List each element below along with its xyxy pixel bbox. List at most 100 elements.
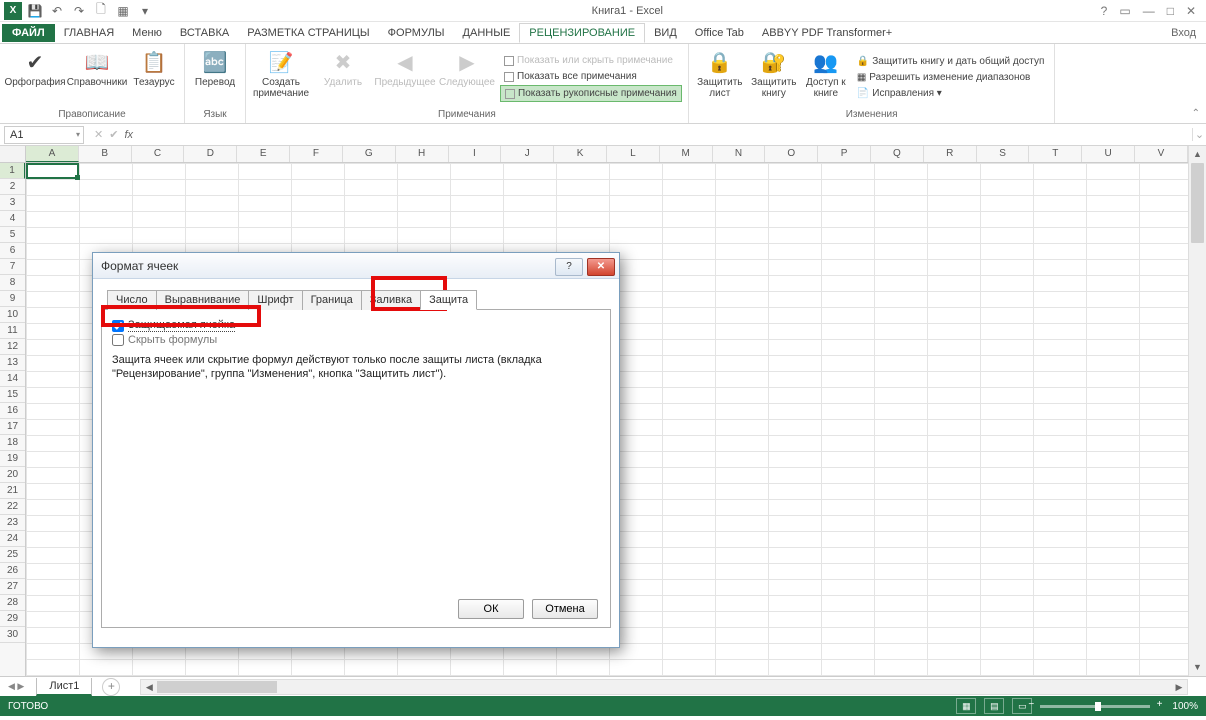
- row-header[interactable]: 2: [0, 179, 25, 195]
- view-normal-icon[interactable]: ▦: [956, 698, 976, 714]
- sheet-nav[interactable]: ◀ ▶: [0, 681, 32, 692]
- scroll-right-icon[interactable]: ▶: [1171, 680, 1187, 694]
- locked-checkbox[interactable]: [112, 320, 124, 332]
- col-header[interactable]: L: [607, 146, 660, 162]
- col-header[interactable]: S: [977, 146, 1030, 162]
- translate-button[interactable]: 🔤Перевод: [191, 46, 239, 88]
- redo-icon[interactable]: ↷: [70, 2, 88, 20]
- col-header[interactable]: C: [132, 146, 185, 162]
- hidden-checkbox[interactable]: [112, 334, 124, 346]
- col-header[interactable]: T: [1029, 146, 1082, 162]
- tab-office[interactable]: Office Tab: [686, 24, 753, 42]
- add-sheet-button[interactable]: +: [102, 678, 120, 696]
- expand-formula-icon[interactable]: ⌄: [1192, 128, 1206, 141]
- row-header[interactable]: 6: [0, 243, 25, 259]
- col-header[interactable]: R: [924, 146, 977, 162]
- vscroll-thumb[interactable]: [1191, 163, 1204, 243]
- tab-page-layout[interactable]: РАЗМЕТКА СТРАНИЦЫ: [238, 24, 378, 42]
- ribbon-options-icon[interactable]: ▭: [1119, 4, 1130, 18]
- undo-icon[interactable]: ↶: [48, 2, 66, 20]
- tab-abbyy[interactable]: ABBYY PDF Transformer+: [753, 24, 901, 42]
- row-header[interactable]: 29: [0, 611, 25, 627]
- tab-menu[interactable]: Меню: [123, 24, 171, 42]
- row-header[interactable]: 22: [0, 499, 25, 515]
- research-button[interactable]: 📖Справочники: [68, 46, 126, 88]
- sheet-tab[interactable]: Лист1: [36, 678, 92, 696]
- excel-icon[interactable]: X: [4, 2, 22, 20]
- col-header[interactable]: F: [290, 146, 343, 162]
- dlg-tab-font[interactable]: Шрифт: [248, 290, 302, 310]
- ok-button[interactable]: ОК: [458, 599, 524, 619]
- row-header[interactable]: 19: [0, 451, 25, 467]
- tab-view[interactable]: ВИД: [645, 24, 686, 42]
- login-label[interactable]: Вход: [1171, 27, 1206, 39]
- dlg-tab-protection[interactable]: Защита: [420, 290, 477, 310]
- dialog-close-button[interactable]: ✕: [587, 258, 615, 276]
- col-header[interactable]: H: [396, 146, 449, 162]
- track-changes-button[interactable]: 📄Исправления ▾: [853, 86, 1049, 101]
- col-header[interactable]: B: [79, 146, 132, 162]
- thesaurus-button[interactable]: 📋Тезаурус: [130, 46, 178, 88]
- dlg-tab-number[interactable]: Число: [107, 290, 157, 310]
- col-header[interactable]: I: [449, 146, 502, 162]
- row-header[interactable]: 24: [0, 531, 25, 547]
- row-header[interactable]: 7: [0, 259, 25, 275]
- qat-dropdown-icon[interactable]: ▾: [136, 2, 154, 20]
- row-header[interactable]: 28: [0, 595, 25, 611]
- zoom-level[interactable]: 100%: [1172, 701, 1198, 712]
- col-header[interactable]: K: [554, 146, 607, 162]
- row-header[interactable]: 15: [0, 387, 25, 403]
- locked-checkbox-row[interactable]: Защищаемая ячейка: [112, 318, 600, 333]
- row-header[interactable]: 10: [0, 307, 25, 323]
- row-header[interactable]: 12: [0, 339, 25, 355]
- open-icon[interactable]: ▦: [114, 2, 132, 20]
- horizontal-scrollbar[interactable]: ◀ ▶: [140, 679, 1188, 695]
- protect-sheet-button[interactable]: 🔒Защитить лист: [695, 46, 745, 99]
- tab-insert[interactable]: ВСТАВКА: [171, 24, 238, 42]
- row-header[interactable]: 17: [0, 419, 25, 435]
- row-header[interactable]: 8: [0, 275, 25, 291]
- col-header[interactable]: G: [343, 146, 396, 162]
- row-header[interactable]: 13: [0, 355, 25, 371]
- show-hide-comment-button[interactable]: Показать или скрыть примечание: [500, 53, 682, 68]
- col-header[interactable]: O: [765, 146, 818, 162]
- protect-share-button[interactable]: 🔒Защитить книгу и дать общий доступ: [853, 54, 1049, 69]
- cancel-button[interactable]: Отмена: [532, 599, 598, 619]
- save-icon[interactable]: 💾: [26, 2, 44, 20]
- help-icon[interactable]: ?: [1101, 4, 1108, 18]
- col-header[interactable]: A: [26, 146, 79, 162]
- select-all-corner[interactable]: [0, 146, 26, 163]
- row-header[interactable]: 5: [0, 227, 25, 243]
- vertical-scrollbar[interactable]: ▲ ▼: [1188, 146, 1206, 676]
- collapse-ribbon-icon[interactable]: ⌃: [1192, 108, 1200, 119]
- row-header[interactable]: 20: [0, 467, 25, 483]
- allow-ranges-button[interactable]: ▦Разрешить изменение диапазонов: [853, 70, 1049, 85]
- tab-home[interactable]: ГЛАВНАЯ: [55, 24, 123, 42]
- scroll-down-icon[interactable]: ▼: [1189, 659, 1206, 676]
- row-header[interactable]: 26: [0, 563, 25, 579]
- dialog-titlebar[interactable]: Формат ячеек ? ✕: [93, 253, 619, 279]
- name-box[interactable]: A1: [4, 126, 84, 144]
- fx-icon[interactable]: fx: [124, 129, 137, 141]
- col-header[interactable]: J: [501, 146, 554, 162]
- new-comment-button[interactable]: 📝Создать примечание: [252, 46, 310, 99]
- row-header[interactable]: 23: [0, 515, 25, 531]
- row-header[interactable]: 18: [0, 435, 25, 451]
- row-header[interactable]: 30: [0, 627, 25, 643]
- maximize-icon[interactable]: □: [1167, 4, 1174, 18]
- row-header[interactable]: 21: [0, 483, 25, 499]
- dlg-tab-alignment[interactable]: Выравнивание: [156, 290, 250, 310]
- col-header[interactable]: E: [237, 146, 290, 162]
- row-header[interactable]: 16: [0, 403, 25, 419]
- tab-file[interactable]: ФАЙЛ: [2, 24, 55, 42]
- col-header[interactable]: V: [1135, 146, 1188, 162]
- minimize-icon[interactable]: —: [1143, 4, 1155, 18]
- col-header[interactable]: U: [1082, 146, 1135, 162]
- dlg-tab-fill[interactable]: Заливка: [361, 290, 421, 310]
- share-workbook-button[interactable]: 👥Доступ к книге: [803, 46, 849, 99]
- col-header[interactable]: N: [713, 146, 766, 162]
- col-header[interactable]: Q: [871, 146, 924, 162]
- new-icon[interactable]: 🗋: [92, 2, 110, 20]
- protect-workbook-button[interactable]: 🔐Защитить книгу: [749, 46, 799, 99]
- show-ink-button[interactable]: Показать рукописные примечания: [500, 85, 682, 102]
